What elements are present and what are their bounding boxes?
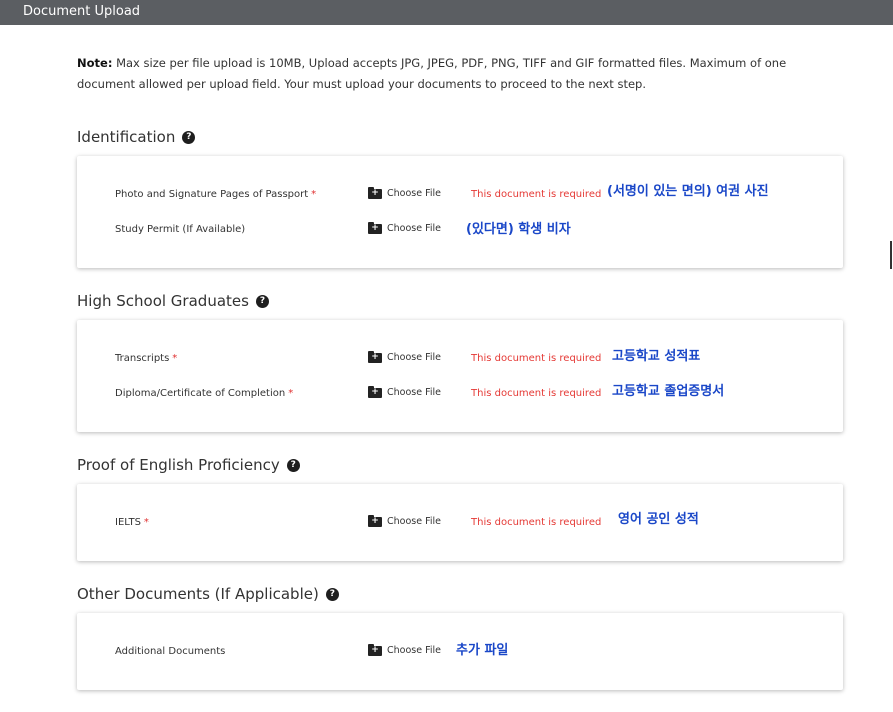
section-title-identification: Identification ? — [77, 128, 196, 146]
section-title-english: Proof of English Proficiency ? — [77, 456, 300, 474]
top-bar: Document Upload — [0, 0, 893, 25]
annotation-ielts: 영어 공인 성적 — [618, 512, 699, 527]
required-asterisk: * — [172, 353, 178, 364]
choose-file-button[interactable]: + Choose File — [368, 643, 441, 656]
folder-add-icon: + — [368, 643, 382, 656]
help-icon[interactable]: ? — [255, 294, 269, 308]
annotation-study-permit: (있다면) 학생 비자 — [466, 222, 571, 237]
required-asterisk: * — [288, 388, 294, 399]
choose-file-button[interactable]: + Choose File — [368, 385, 441, 398]
section-title-text: Proof of English Proficiency — [77, 456, 280, 474]
required-error: This document is required — [471, 517, 602, 528]
scrollbar-thumb[interactable] — [890, 241, 892, 269]
upload-row-diploma: Diploma/Certificate of Completion * + Choo… — [77, 385, 843, 404]
required-error: This document is required — [471, 388, 602, 399]
upload-label: Study Permit (If Available) — [115, 224, 246, 235]
identification-card: Photo and Signature Pages of Passport * +… — [77, 156, 843, 268]
note-label: Note: — [77, 56, 113, 70]
choose-file-button[interactable]: + Choose File — [368, 221, 441, 234]
annotation-transcripts: 고등학교 성적표 — [612, 349, 701, 364]
choose-file-button[interactable]: + Choose File — [368, 186, 441, 199]
annotation-diploma: 고등학교 졸업증명서 — [612, 384, 725, 399]
help-icon[interactable]: ? — [286, 458, 300, 472]
section-title-text: Other Documents (If Applicable) — [77, 585, 319, 603]
folder-add-icon: + — [368, 221, 382, 234]
upload-label: Transcripts * — [115, 353, 178, 364]
choose-file-button[interactable]: + Choose File — [368, 514, 441, 527]
section-title-text: Identification — [77, 128, 176, 146]
required-asterisk: * — [311, 189, 317, 200]
section-title-text: High School Graduates — [77, 292, 249, 310]
upload-label: IELTS * — [115, 517, 149, 528]
upload-note: Note: Max size per file upload is 10MB, … — [77, 53, 822, 95]
english-card: IELTS * + Choose File This document is req… — [77, 484, 843, 561]
upload-label: Photo and Signature Pages of Passport * — [115, 189, 317, 200]
folder-add-icon: + — [368, 514, 382, 527]
help-icon[interactable]: ? — [182, 130, 196, 144]
section-title-high-school: High School Graduates ? — [77, 292, 269, 310]
upload-label: Additional Documents — [115, 646, 226, 657]
annotation-passport: (서명이 있는 면의) 여권 사진 — [607, 184, 769, 199]
annotation-additional: 추가 파일 — [456, 643, 509, 658]
help-icon[interactable]: ? — [325, 587, 339, 601]
required-error: This document is required — [471, 353, 602, 364]
folder-add-icon: + — [368, 350, 382, 363]
high-school-card: Transcripts * + Choose File This document … — [77, 320, 843, 432]
required-asterisk: * — [143, 517, 149, 528]
required-error: This document is required — [471, 189, 602, 200]
page-title: Document Upload — [23, 4, 141, 19]
folder-add-icon: + — [368, 385, 382, 398]
upload-label: Diploma/Certificate of Completion * — [115, 388, 294, 399]
choose-file-button[interactable]: + Choose File — [368, 350, 441, 363]
upload-row-study-permit: Study Permit (If Available) + Choose File — [77, 221, 843, 240]
section-title-other: Other Documents (If Applicable) ? — [77, 585, 339, 603]
upload-row-ielts: IELTS * + Choose File This document is req… — [77, 514, 843, 533]
folder-add-icon: + — [368, 186, 382, 199]
note-text: Max size per file upload is 10MB, Upload… — [77, 56, 787, 91]
upload-row-transcripts: Transcripts * + Choose File This document … — [77, 350, 843, 369]
